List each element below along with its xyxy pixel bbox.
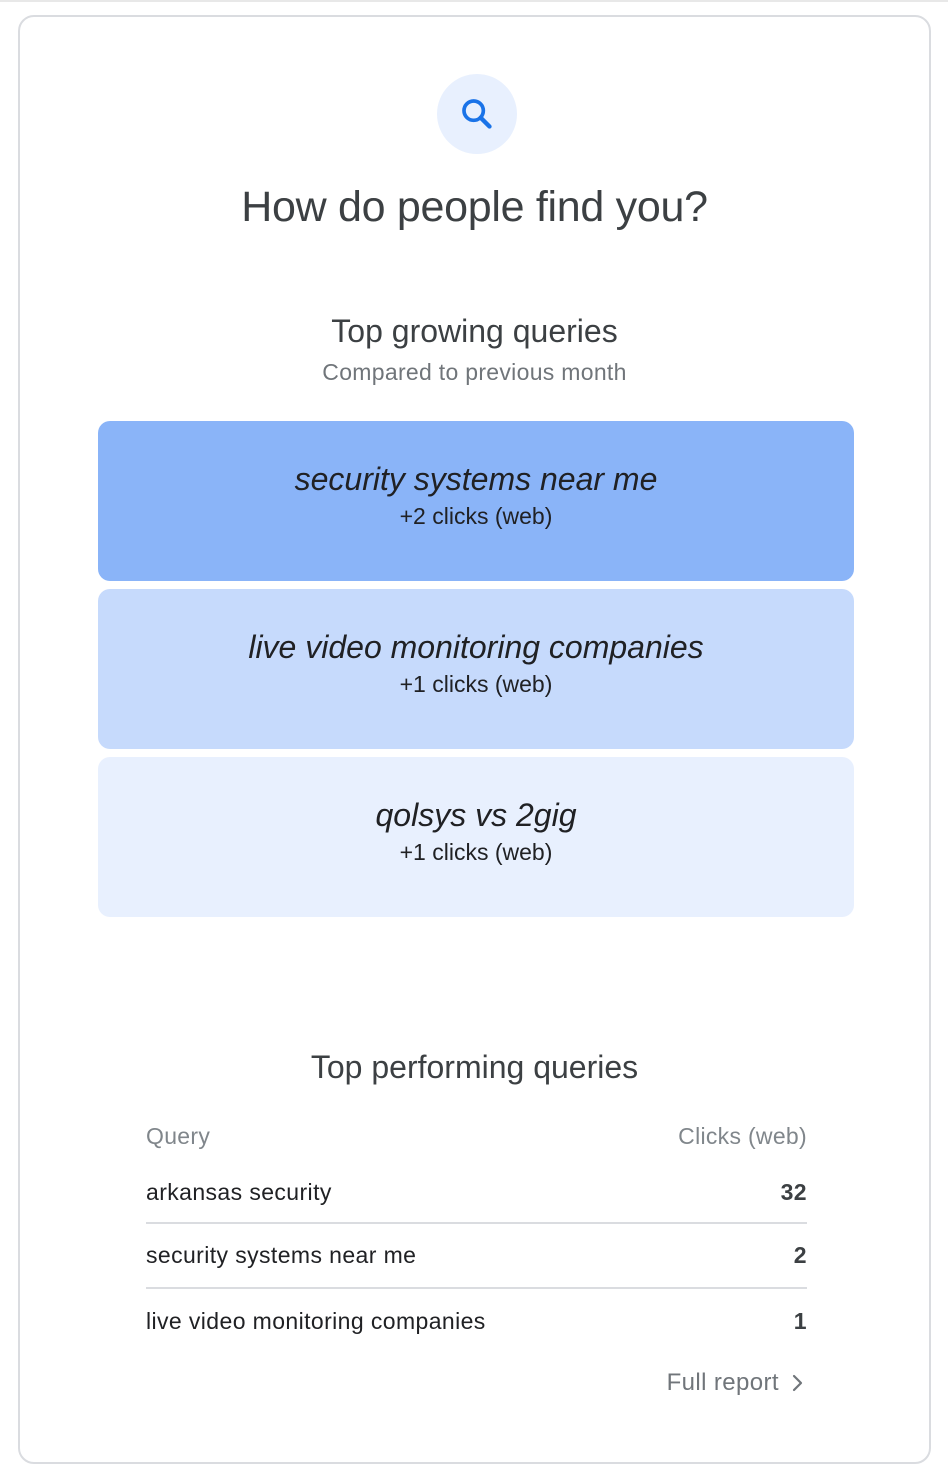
table-row[interactable]: arkansas security 32 <box>146 1163 807 1224</box>
table-row[interactable]: security systems near me 2 <box>146 1224 807 1289</box>
table-row[interactable]: live video monitoring companies 1 <box>146 1289 807 1354</box>
column-header-clicks: Clicks (web) <box>678 1123 807 1149</box>
search-icon-badge <box>437 74 517 154</box>
row-clicks: 1 <box>793 1308 807 1334</box>
growing-query-card[interactable]: security systems near me +2 clicks (web) <box>98 421 854 581</box>
column-header-query: Query <box>146 1123 211 1149</box>
top-divider <box>0 0 948 2</box>
growing-query-clicks: +2 clicks (web) <box>399 503 553 529</box>
performing-queries-title: Top performing queries <box>310 1049 639 1085</box>
row-query: live video monitoring companies <box>146 1308 486 1334</box>
chevron-right-icon <box>791 1373 805 1393</box>
growing-queries-subtitle: Compared to previous month <box>322 359 627 385</box>
full-report-label: Full report <box>666 1369 779 1396</box>
row-clicks: 2 <box>793 1242 807 1268</box>
growing-queries-title: Top growing queries <box>331 313 618 349</box>
growing-query-text: live video monitoring companies <box>248 629 704 665</box>
table-header: Query Clicks (web) <box>146 1123 807 1163</box>
growing-query-text: qolsys vs 2gig <box>375 797 577 833</box>
growing-query-text: security systems near me <box>294 461 658 497</box>
page-title: How do people find you? <box>241 183 708 231</box>
find-you-card: How do people find you? Top growing quer… <box>18 15 931 1464</box>
performing-queries-table: Query Clicks (web) arkansas security 32 … <box>146 1123 807 1354</box>
growing-query-clicks: +1 clicks (web) <box>399 671 553 697</box>
growing-query-clicks: +1 clicks (web) <box>399 839 553 865</box>
row-query: arkansas security <box>146 1179 332 1205</box>
row-query: security systems near me <box>146 1242 417 1268</box>
row-clicks: 32 <box>780 1179 807 1205</box>
growing-query-card[interactable]: qolsys vs 2gig +1 clicks (web) <box>98 757 854 917</box>
growing-query-card[interactable]: live video monitoring companies +1 click… <box>98 589 854 749</box>
full-report-link[interactable]: Full report <box>667 1369 805 1397</box>
search-icon <box>462 99 492 129</box>
